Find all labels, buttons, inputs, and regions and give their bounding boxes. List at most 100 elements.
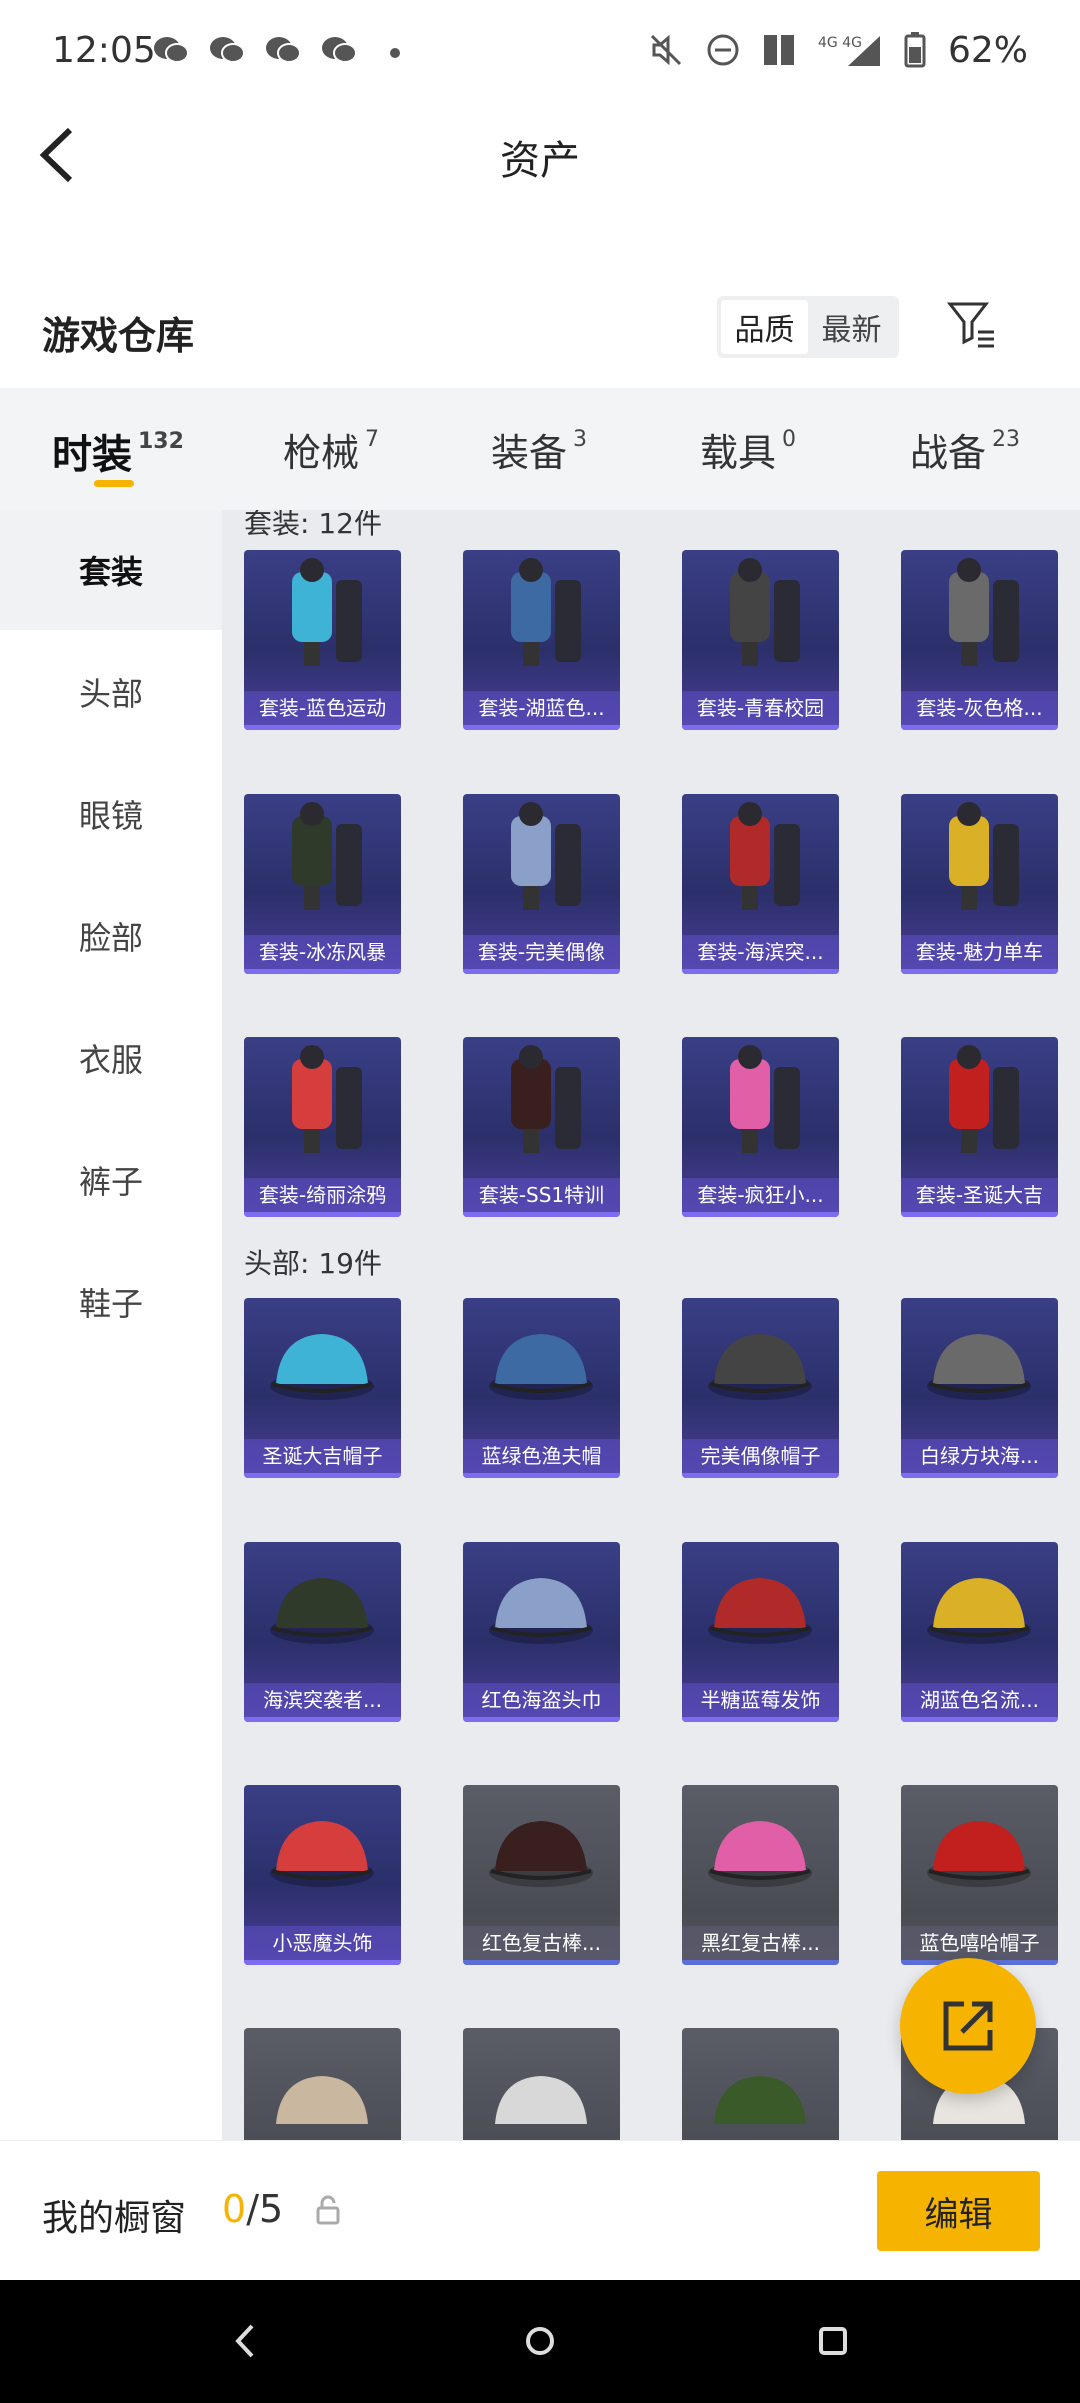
- item-label: 小恶魔头饰: [244, 1926, 401, 1960]
- showcase-bar: 我的橱窗 0/5 编辑: [0, 2140, 1080, 2280]
- share-button[interactable]: [900, 1958, 1036, 2094]
- head-card[interactable]: 湖蓝色名流...: [901, 1542, 1058, 1722]
- suit-card[interactable]: 套装-青春校园: [682, 550, 839, 730]
- showcase-count: 0/5: [222, 2187, 284, 2231]
- head-card[interactable]: 蓝绿色渔夫帽: [463, 1298, 620, 1478]
- head-card[interactable]: 海滨突袭者...: [244, 1542, 401, 1722]
- rarity-bar: [901, 1212, 1058, 1217]
- suit-card[interactable]: 套装-蓝色运动: [244, 550, 401, 730]
- item-label: 套装-灰色格...: [901, 691, 1058, 725]
- nav-home-icon[interactable]: [515, 2316, 565, 2366]
- item-label: 蓝色嘻哈帽子: [901, 1926, 1058, 1960]
- item-label: 套装-魅力单车: [901, 935, 1058, 969]
- rarity-bar: [901, 725, 1058, 730]
- sidebar-item-clothes[interactable]: 衣服: [0, 998, 222, 1118]
- outfit-icon: [949, 558, 1019, 666]
- sidebar-item-glasses[interactable]: 眼镜: [0, 754, 222, 874]
- rarity-bar: [244, 1473, 401, 1478]
- suit-card[interactable]: 套装-绮丽涂鸦: [244, 1037, 401, 1217]
- head-card[interactable]: 小恶魔头饰: [244, 1785, 401, 1965]
- dnd-icon: [707, 34, 739, 66]
- sort-toggle: 品质 最新: [717, 296, 899, 358]
- item-label: 套装-SS1特训: [463, 1178, 620, 1212]
- suit-card[interactable]: 套装-疯狂小...: [682, 1037, 839, 1217]
- hat-icon: [927, 1578, 1031, 1644]
- sidebar-item-shoes[interactable]: 鞋子: [0, 1242, 222, 1362]
- item-label: 完美偶像帽子: [682, 1439, 839, 1473]
- head-card[interactable]: 红色复古棒...: [463, 1785, 620, 1965]
- tab-equipment[interactable]: 装备 3: [491, 422, 587, 477]
- hd-icon: [763, 35, 794, 65]
- tab-guns[interactable]: 枪械 7: [283, 422, 379, 477]
- outfit-icon: [292, 558, 362, 666]
- suit-card[interactable]: 套装-海滨突...: [682, 794, 839, 974]
- hat-icon: [270, 1821, 374, 1887]
- outfit-icon: [949, 802, 1019, 910]
- head-card[interactable]: 半糖蓝莓发饰: [682, 1542, 839, 1722]
- nav-recents-icon[interactable]: [808, 2316, 858, 2366]
- outfit-icon: [511, 558, 581, 666]
- sidebar-item-pants[interactable]: 裤子: [0, 1120, 222, 1240]
- head-card[interactable]: [244, 2028, 401, 2140]
- wechat-icon: [154, 37, 189, 63]
- head-card[interactable]: 蓝色嘻哈帽子: [901, 1785, 1058, 1965]
- head-card[interactable]: 黑红复古棒...: [682, 1785, 839, 1965]
- rarity-bar: [682, 969, 839, 974]
- hat-icon: [927, 1334, 1031, 1400]
- nav-back-icon[interactable]: [220, 2316, 270, 2366]
- suit-card[interactable]: 套装-灰色格...: [901, 550, 1058, 730]
- sort-newest-button[interactable]: 最新: [808, 300, 895, 354]
- hat-icon: [714, 2076, 806, 2124]
- hat-icon: [495, 2076, 587, 2124]
- hat-icon: [276, 2076, 368, 2124]
- sidebar-item-suits[interactable]: 套装: [0, 510, 222, 630]
- hat-icon: [489, 1578, 593, 1644]
- rarity-bar: [901, 1717, 1058, 1722]
- section-label-head: 头部: 19件: [244, 1247, 382, 1280]
- tab-supplies[interactable]: 战备 23: [910, 422, 1020, 477]
- suit-card[interactable]: 套装-SS1特训: [463, 1037, 620, 1217]
- wechat-icon: [266, 37, 301, 63]
- head-card[interactable]: 红色海盗头巾: [463, 1542, 620, 1722]
- tab-vehicles[interactable]: 载具 0: [700, 422, 796, 477]
- item-label: 套装-圣诞大吉: [901, 1178, 1058, 1212]
- filter-icon[interactable]: [946, 298, 998, 350]
- rarity-bar: [682, 1212, 839, 1217]
- suit-card[interactable]: 套装-魅力单车: [901, 794, 1058, 974]
- hat-icon: [270, 1334, 374, 1400]
- outfit-icon: [292, 802, 362, 910]
- suit-card[interactable]: 套装-湖蓝色...: [463, 550, 620, 730]
- rarity-bar: [244, 725, 401, 730]
- head-card[interactable]: 完美偶像帽子: [682, 1298, 839, 1478]
- rarity-bar: [463, 1960, 620, 1965]
- outfit-icon: [949, 1045, 1019, 1153]
- head-card[interactable]: 圣诞大吉帽子: [244, 1298, 401, 1478]
- head-card[interactable]: [463, 2028, 620, 2140]
- item-label: 红色海盗头巾: [463, 1683, 620, 1717]
- item-label: 半糖蓝莓发饰: [682, 1683, 839, 1717]
- category-tabs: 时装 132 枪械 7 装备 3 载具 0 战备 23: [0, 388, 1080, 510]
- edit-button[interactable]: 编辑: [877, 2171, 1040, 2251]
- showcase-label: 我的橱窗: [42, 2198, 187, 2239]
- rarity-bar: [244, 969, 401, 974]
- head-card[interactable]: 白绿方块海...: [901, 1298, 1058, 1478]
- suit-card[interactable]: 套装-冰冻风暴: [244, 794, 401, 974]
- suit-card[interactable]: 套装-完美偶像: [463, 794, 620, 974]
- outfit-icon: [730, 558, 800, 666]
- signal-icon: 4G 4G: [818, 35, 880, 66]
- battery-level: 62%: [947, 29, 1028, 71]
- rarity-bar: [244, 1960, 401, 1965]
- sidebar-item-face[interactable]: 脸部: [0, 876, 222, 996]
- hat-icon: [489, 1821, 593, 1887]
- sidebar-item-head[interactable]: 头部: [0, 632, 222, 752]
- wechat-icon: [322, 37, 357, 63]
- rarity-bar: [682, 1960, 839, 1965]
- item-label: 海滨突袭者...: [244, 1683, 401, 1717]
- tab-fashion[interactable]: 时装 132: [52, 422, 184, 480]
- head-card[interactable]: [682, 2028, 839, 2140]
- hat-icon: [708, 1334, 812, 1400]
- top-bar: 资产: [0, 100, 1080, 210]
- sort-quality-button[interactable]: 品质: [721, 300, 808, 354]
- suit-card[interactable]: 套装-圣诞大吉: [901, 1037, 1058, 1217]
- outfit-icon: [292, 1045, 362, 1153]
